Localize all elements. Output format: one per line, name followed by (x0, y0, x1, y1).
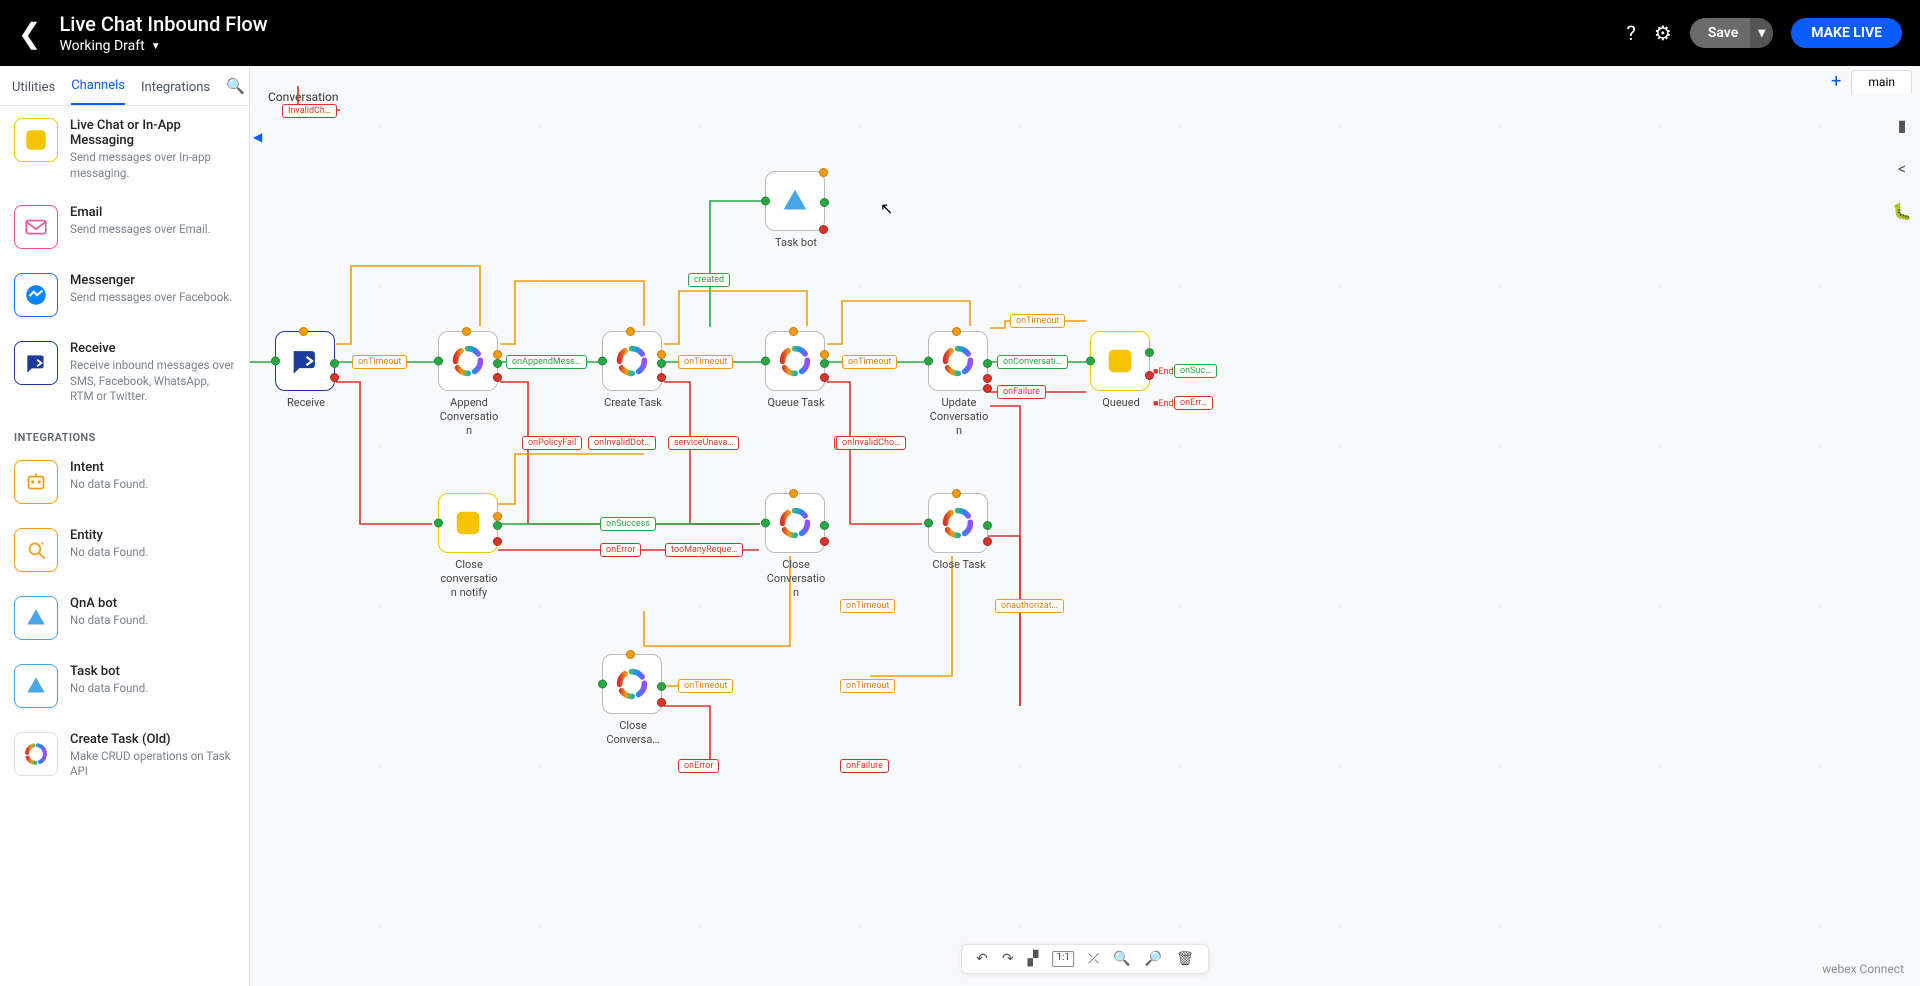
intent-icon (14, 460, 58, 504)
pill-onfailure: onFailure (997, 385, 1046, 399)
pill-ontimeout-8: onTimeout (840, 679, 895, 693)
createtask-icon (14, 732, 58, 776)
node-append-conversation[interactable]: Append Conversation (438, 331, 500, 437)
node-close-conversation[interactable]: Close Conversation (765, 493, 827, 599)
pill-ontimeout-1: onTimeout (352, 355, 407, 369)
zoom-in-icon[interactable]: 🔎 (1145, 951, 1162, 967)
pill-ontimeout-4: onTimeout (1010, 314, 1065, 328)
canvas-toolbar: ↶ ↷ ▞ 1:1 ⤫ 🔍 🔎 🗑 (961, 944, 1209, 974)
debug-icon[interactable]: 🐛 (1892, 202, 1912, 221)
chat-icon (14, 118, 58, 162)
collapse-caret-icon[interactable]: ◀ (253, 130, 262, 144)
settings-icon[interactable]: ⚙ (1654, 21, 1672, 45)
tab-channels[interactable]: Channels (71, 78, 125, 105)
node-queued[interactable]: Queued (1090, 331, 1152, 410)
integrations-header: INTEGRATIONS (0, 417, 249, 448)
tab-main[interactable]: main (1851, 70, 1912, 93)
receive-icon (14, 341, 58, 385)
right-rail: ▮ < 🐛 (1884, 106, 1920, 221)
share-icon[interactable]: < (1898, 159, 1906, 178)
node-create-task[interactable]: Create Task (602, 331, 664, 410)
pill-oninvalidcho: onInvalidCho… (836, 436, 906, 450)
sidebar-item-messenger[interactable]: MessengerSend messages over Facebook. (0, 261, 249, 329)
node-close-task[interactable]: Close Task (928, 493, 990, 572)
sidebar-item-intent[interactable]: IntentNo data Found. (0, 448, 249, 516)
brand-label: webex Connect (1822, 962, 1904, 976)
make-live-button[interactable]: MAKE LIVE (1791, 18, 1902, 48)
pill-onerror-2: onError (600, 543, 641, 557)
pill-ontimeout-2: onTimeout (678, 355, 733, 369)
zoom-out-icon[interactable]: 🔍 (1113, 951, 1130, 967)
email-icon (14, 205, 58, 249)
pill-onerror-3: onError (678, 759, 719, 773)
sidebar-item-livechat[interactable]: Live Chat or In-App MessagingSend messag… (0, 106, 249, 193)
qna-icon (14, 596, 58, 640)
pill-ontimeout-3: onTimeout (842, 355, 897, 369)
pill-onsuccess: onSuccess (600, 517, 656, 531)
messenger-icon (14, 273, 58, 317)
snap-icon[interactable]: ▞ (1028, 951, 1039, 967)
pill-serviceunava: serviceUnava… (668, 436, 739, 450)
pill-onsuc: onSuc… (1174, 364, 1217, 378)
sidebar-item-email[interactable]: EmailSend messages over Email. (0, 193, 249, 261)
trash-icon[interactable]: 🗑 (1176, 951, 1194, 967)
pill-onfailure-b: onFailure (840, 759, 889, 773)
save-caret-icon[interactable]: ▾ (1750, 18, 1773, 48)
pill-ontimeout-6: onTimeout (840, 599, 895, 613)
save-button[interactable]: Save ▾ (1690, 18, 1773, 48)
add-icon[interactable]: + (1831, 71, 1841, 92)
back-button[interactable]: ❮ (18, 17, 41, 50)
pill-invalidch: InvalidCh… (282, 104, 337, 118)
sidebar: Utilities Channels Integrations 🔍 Live C… (0, 66, 250, 986)
pill-toomanyreque: tooManyReque… (665, 543, 743, 557)
node-close-conversa2[interactable]: Close Conversa… (602, 654, 664, 747)
flow-status[interactable]: Working Draft▼ (59, 38, 267, 54)
canvas[interactable]: + main Conversation ◀ (250, 66, 1920, 986)
flow-title: Live Chat Inbound Flow (59, 12, 267, 36)
sidebar-item-taskbot[interactable]: Task botNo data Found. (0, 652, 249, 720)
pill-onerr: onErr… (1174, 396, 1213, 410)
fit-icon[interactable]: 1:1 (1052, 951, 1074, 967)
panel-icon[interactable]: ▮ (1898, 116, 1907, 135)
sidebar-item-createtask[interactable]: Create Task (Old)Make CRUD operations on… (0, 720, 249, 792)
undo-icon[interactable]: ↶ (976, 951, 988, 967)
caret-down-icon: ▼ (151, 41, 161, 52)
pill-onauthorizat: onauthorizat… (995, 599, 1064, 613)
pill-onconv: onConversati… (997, 355, 1068, 369)
entity-icon (14, 528, 58, 572)
node-close-conv-notify[interactable]: Close conversation notify (438, 493, 500, 599)
tab-utilities[interactable]: Utilities (12, 80, 55, 105)
pill-oninvaliddot: onInvalidDot… (588, 436, 656, 450)
sidebar-item-receive[interactable]: ReceiveReceive inbound messages over SMS… (0, 329, 249, 417)
node-update-conversation[interactable]: Update Conversation (928, 331, 990, 437)
pill-onappend: onAppendMess… (506, 355, 587, 369)
pill-created: created (688, 273, 730, 287)
conversation-label: Conversation (268, 90, 338, 104)
end-marker-2: ■End (1153, 398, 1174, 409)
pill-ontimeout-7: onTimeout (678, 679, 733, 693)
node-receive[interactable]: Receive (275, 331, 337, 410)
tab-integrations[interactable]: Integrations (141, 80, 210, 105)
end-marker-1: ■End (1153, 366, 1174, 377)
center-icon[interactable]: ⤫ (1088, 951, 1099, 967)
sidebar-item-qna[interactable]: QnA botNo data Found. (0, 584, 249, 652)
node-queue-task[interactable]: Queue Task (765, 331, 827, 410)
search-icon[interactable]: 🔍 (226, 77, 245, 105)
redo-icon[interactable]: ↷ (1002, 951, 1014, 967)
sidebar-item-entity[interactable]: EntityNo data Found. (0, 516, 249, 584)
node-task-bot[interactable]: Task bot (765, 171, 827, 250)
help-icon[interactable]: ? (1626, 21, 1635, 45)
taskbot-icon (14, 664, 58, 708)
